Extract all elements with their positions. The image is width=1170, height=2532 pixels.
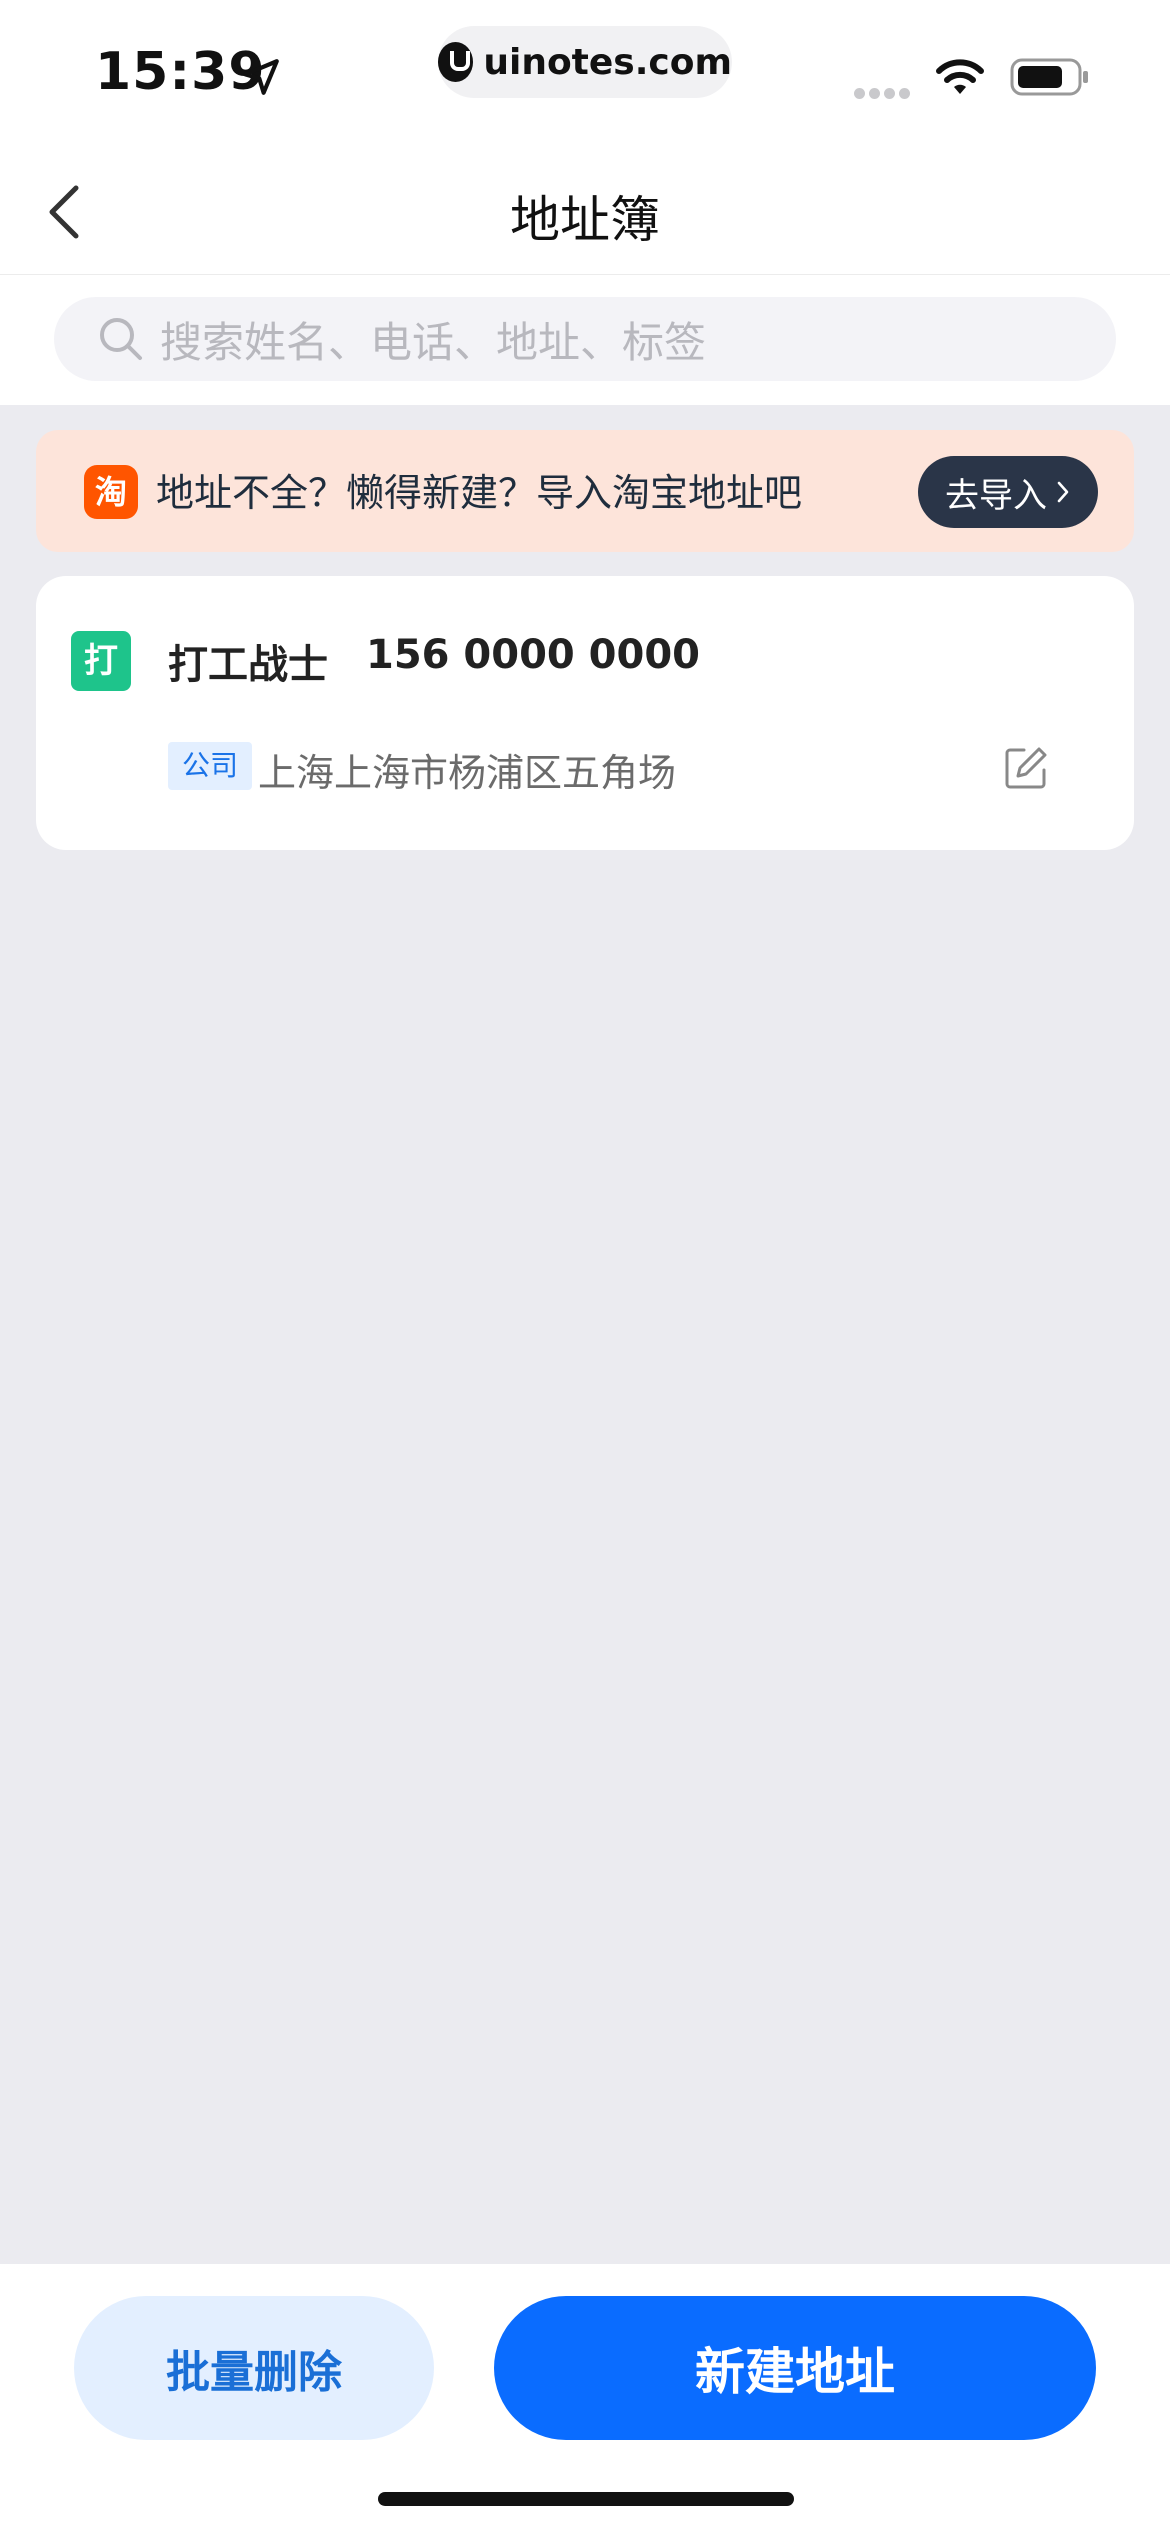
edit-icon[interactable] <box>1002 744 1050 792</box>
search-placeholder: 搜索姓名、电话、地址、标签 <box>160 317 707 367</box>
search-input[interactable]: 搜索姓名、电话、地址、标签 <box>54 297 1116 381</box>
battery-icon <box>1010 58 1088 96</box>
location-arrow-icon <box>243 59 279 95</box>
page-title: 地址簿 <box>510 191 660 249</box>
navigation-bar: 地址簿 <box>0 140 1170 275</box>
new-address-button[interactable]: 新建地址 <box>494 2296 1096 2440</box>
url-text: uinotes.com <box>483 41 732 83</box>
chevron-right-icon <box>1057 481 1069 503</box>
bottom-action-bar: 批量删除 新建地址 <box>0 2264 1170 2532</box>
import-banner[interactable]: 淘 地址不全？懒得新建？导入淘宝地址吧 去导入 <box>36 430 1134 552</box>
status-bar: 15:39 uinotes.com <box>0 0 1170 140</box>
contact-avatar: 打 <box>71 631 131 691</box>
site-logo-icon <box>438 42 474 82</box>
banner-text: 地址不全？懒得新建？导入淘宝地址吧 <box>156 471 803 515</box>
search-area: 搜索姓名、电话、地址、标签 <box>0 275 1170 405</box>
wifi-icon <box>936 59 984 94</box>
search-icon <box>100 318 142 360</box>
contact-name: 打工战士 <box>168 642 328 688</box>
url-pill[interactable]: uinotes.com <box>438 26 732 98</box>
address-card[interactable]: 打 打工战士 156 0000 0000 公司 上海上海市杨浦区五角场 <box>36 576 1134 850</box>
import-button-label: 去导入 <box>945 475 1047 516</box>
address-text: 上海上海市杨浦区五角场 <box>258 751 677 795</box>
batch-delete-button[interactable]: 批量删除 <box>74 2296 434 2440</box>
cellular-signal-icon <box>854 84 916 99</box>
import-button[interactable]: 去导入 <box>918 456 1098 528</box>
contact-phone: 156 0000 0000 <box>366 632 701 678</box>
home-indicator[interactable] <box>378 2492 794 2506</box>
taobao-icon: 淘 <box>84 465 138 519</box>
address-tag: 公司 <box>168 742 252 790</box>
